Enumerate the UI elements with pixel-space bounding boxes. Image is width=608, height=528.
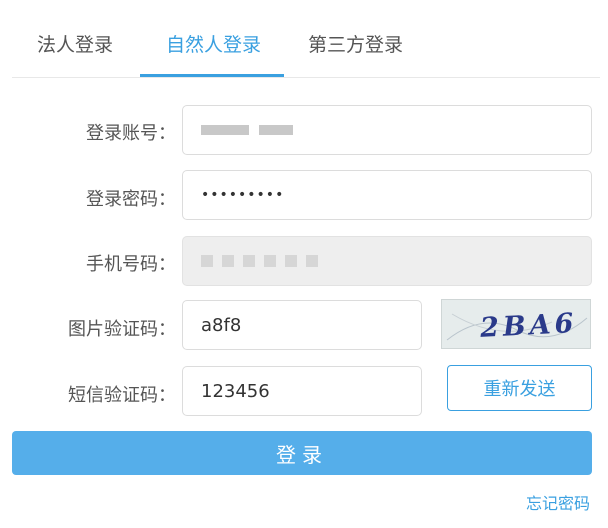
masked-phone-text xyxy=(264,255,276,267)
sms-input[interactable]: 123456 xyxy=(182,366,422,416)
password-field[interactable]: ••••••••• xyxy=(182,170,592,220)
sms-label: 短信验证码： xyxy=(68,385,176,406)
login-button[interactable]: 登录 xyxy=(12,431,592,475)
captcha-text: 2BA6 xyxy=(478,308,578,344)
tab-third-party[interactable]: 第三方登录 xyxy=(308,30,403,57)
account-label: 登录账号： xyxy=(86,123,176,144)
captcha-value: a8f8 xyxy=(201,314,242,336)
tab-natural-person[interactable]: 自然人登录 xyxy=(166,30,261,57)
captcha-image-art: 2BA6 xyxy=(446,308,588,344)
masked-phone-text xyxy=(243,255,255,267)
masked-phone-text xyxy=(222,255,234,267)
masked-phone-text xyxy=(285,255,297,267)
tab-legal-person[interactable]: 法人登录 xyxy=(37,30,113,57)
captcha-label: 图片验证码： xyxy=(68,319,176,340)
captcha-image[interactable]: 2BA6 xyxy=(441,299,591,349)
password-value: ••••••••• xyxy=(201,187,285,203)
login-tabs: 法人登录 自然人登录 第三方登录 xyxy=(12,0,600,78)
masked-phone-text xyxy=(201,255,213,267)
captcha-input[interactable]: a8f8 xyxy=(182,300,422,350)
forgot-password-link[interactable]: 忘记密码 xyxy=(526,490,590,514)
phone-field xyxy=(182,236,592,286)
resend-button[interactable]: 重新发送 xyxy=(447,365,592,411)
masked-account-text xyxy=(259,125,293,135)
phone-label: 手机号码： xyxy=(86,254,176,275)
account-field[interactable] xyxy=(182,105,592,155)
active-tab-indicator xyxy=(140,74,284,77)
masked-account-text xyxy=(201,125,249,135)
password-label: 登录密码： xyxy=(86,189,176,210)
masked-phone-text xyxy=(306,255,318,267)
sms-value: 123456 xyxy=(201,380,270,402)
